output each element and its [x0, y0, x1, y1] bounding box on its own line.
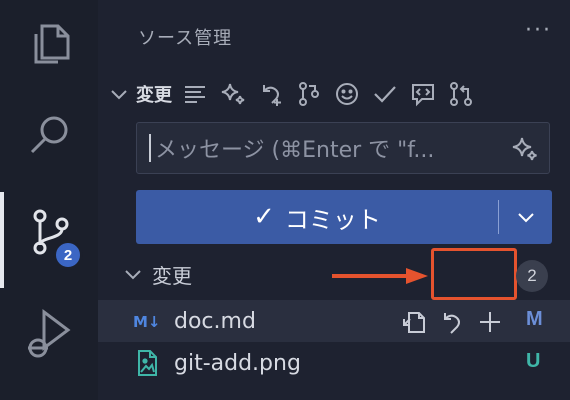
open-file-icon[interactable] — [398, 306, 430, 338]
activity-bar: 2 — [0, 0, 98, 400]
active-marker — [0, 192, 4, 288]
smiley-icon[interactable] — [332, 79, 362, 109]
annotation-arrow — [332, 268, 428, 284]
file-status: U — [526, 350, 541, 372]
source-control-sidebar: ソース管理 ··· 変更 メッセージ (⌘Enter で "f... ✓ コミッ… — [98, 0, 570, 400]
comment-code-icon[interactable] — [408, 79, 438, 109]
run-debug-icon[interactable] — [22, 304, 78, 360]
list-icon[interactable] — [180, 79, 210, 109]
commit-dropdown-button[interactable] — [499, 190, 552, 244]
chevron-down-icon[interactable] — [122, 263, 144, 285]
commit-button-label: コミット — [284, 205, 381, 234]
chevron-down-icon[interactable] — [108, 83, 130, 105]
commit-button-group: ✓ コミット — [136, 190, 552, 244]
stage-changes-icon[interactable] — [474, 306, 506, 338]
markdown-icon: M↓ — [132, 306, 162, 336]
svg-text:M↓: M↓ — [133, 313, 161, 331]
changes-count-badge: 2 — [516, 260, 548, 292]
file-status: M — [526, 308, 543, 330]
generate-message-sparkle-icon[interactable] — [511, 135, 539, 163]
undo-icon[interactable] — [256, 79, 286, 109]
changes-group-title: 変更 — [152, 263, 192, 288]
section-toolbar — [180, 79, 476, 109]
check-icon[interactable] — [370, 79, 400, 109]
chevron-down-icon — [517, 213, 534, 223]
file-name: git-add.png — [174, 350, 301, 376]
pull-request-icon[interactable] — [446, 79, 476, 109]
more-actions-button[interactable]: ··· — [525, 18, 552, 43]
commit-message-placeholder: メッセージ (⌘Enter で "f... — [155, 138, 435, 163]
highlight-annotation-box — [431, 248, 517, 300]
branch-compare-icon[interactable] — [294, 79, 324, 109]
file-name: doc.md — [174, 308, 256, 334]
file-row-doc-md[interactable]: M↓ doc.md M — [98, 300, 570, 342]
explorer-icon[interactable] — [22, 14, 78, 70]
text-cursor — [149, 134, 151, 162]
check-icon: ✓ — [253, 202, 275, 232]
source-control-badge: 2 — [53, 240, 83, 270]
discard-changes-icon[interactable] — [436, 306, 468, 338]
changes-section-header[interactable]: 変更 — [108, 76, 568, 112]
commit-message-input[interactable]: メッセージ (⌘Enter で "f... — [136, 122, 550, 174]
file-row-git-add-png[interactable]: git-add.png U — [98, 342, 570, 384]
search-icon[interactable] — [22, 106, 78, 162]
commit-button[interactable]: ✓ コミット — [136, 190, 498, 244]
view-title: ソース管理 — [138, 28, 233, 49]
file-actions — [398, 306, 506, 338]
section-title: 変更 — [136, 85, 172, 106]
image-icon — [132, 348, 162, 378]
sparkle-icon[interactable] — [218, 79, 248, 109]
